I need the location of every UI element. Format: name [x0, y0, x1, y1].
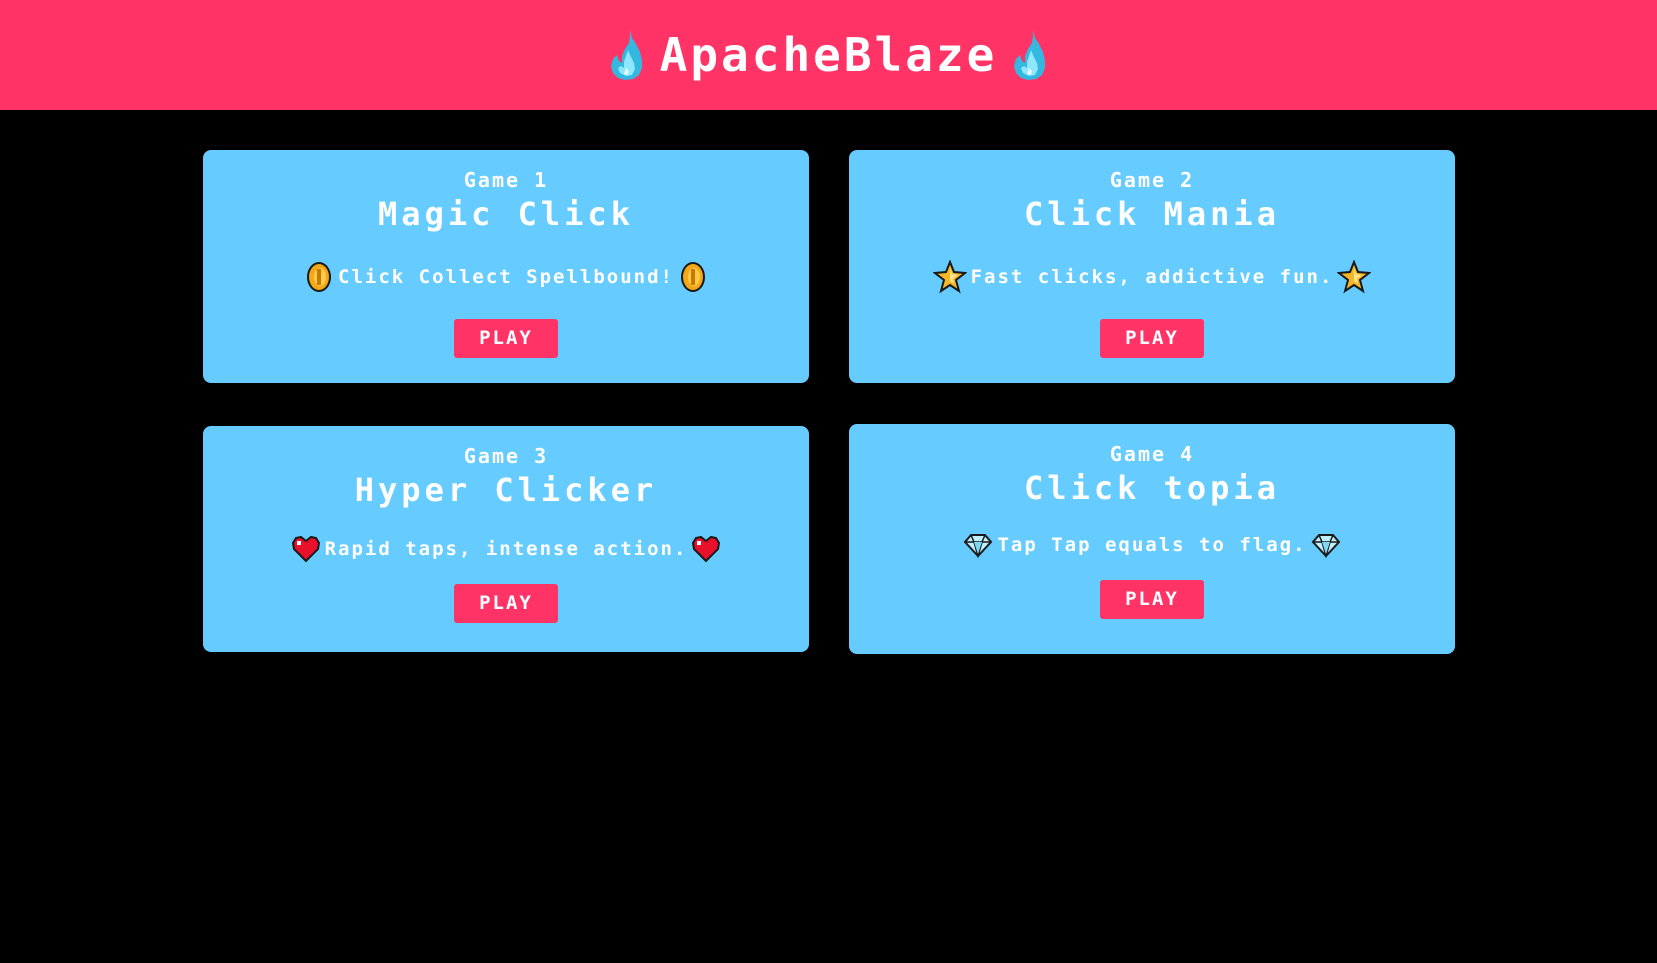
diamond-icon: [963, 532, 993, 558]
game-description-row: Click Collect Spellbound!: [203, 260, 809, 294]
blue-flame-icon: [1011, 28, 1049, 82]
game-description-row: Tap Tap equals to flag.: [849, 532, 1455, 558]
game-card-4: Game 4 Click topia Tap Tap equals to fla…: [849, 424, 1455, 654]
heart-icon: [291, 534, 321, 564]
game-card-3: Game 3 Hyper Clicker Rapid taps, intense…: [203, 426, 809, 652]
site-header: ApacheBlaze: [0, 0, 1657, 110]
game-description: Tap Tap equals to flag.: [997, 534, 1307, 556]
game-name: Click Mania: [1024, 195, 1280, 233]
game-name: Magic Click: [378, 195, 634, 233]
game-card-2: Game 2 Click Mania Fast clicks, addictiv…: [849, 150, 1455, 383]
game-description-row: Fast clicks, addictive fun.: [849, 260, 1455, 294]
game-name: Hyper Clicker: [354, 471, 658, 509]
play-button[interactable]: PLAY: [454, 319, 558, 358]
diamond-icon: [1311, 532, 1341, 558]
game-name: Click topia: [1024, 469, 1280, 507]
blue-flame-icon: [608, 28, 646, 82]
heart-icon: [691, 534, 721, 564]
play-button[interactable]: PLAY: [1100, 319, 1204, 358]
game-description: Fast clicks, addictive fun.: [970, 266, 1334, 288]
star-icon: [1337, 260, 1371, 294]
play-button[interactable]: PLAY: [454, 584, 558, 623]
site-title: ApacheBlaze: [659, 28, 998, 82]
game-description: Click Collect Spellbound!: [338, 266, 674, 288]
star-icon: [933, 260, 967, 294]
coin-icon: [678, 260, 708, 294]
game-number: Game 1: [463, 168, 549, 192]
game-number: Game 2: [1109, 168, 1195, 192]
game-description: Rapid taps, intense action.: [324, 538, 688, 560]
game-description-row: Rapid taps, intense action.: [203, 534, 809, 564]
coin-icon: [304, 260, 334, 294]
game-number: Game 3: [463, 444, 549, 468]
play-button[interactable]: PLAY: [1100, 580, 1204, 619]
game-number: Game 4: [1109, 442, 1195, 466]
game-card-1: Game 1 Magic Click Click Collect Spellbo…: [203, 150, 809, 383]
